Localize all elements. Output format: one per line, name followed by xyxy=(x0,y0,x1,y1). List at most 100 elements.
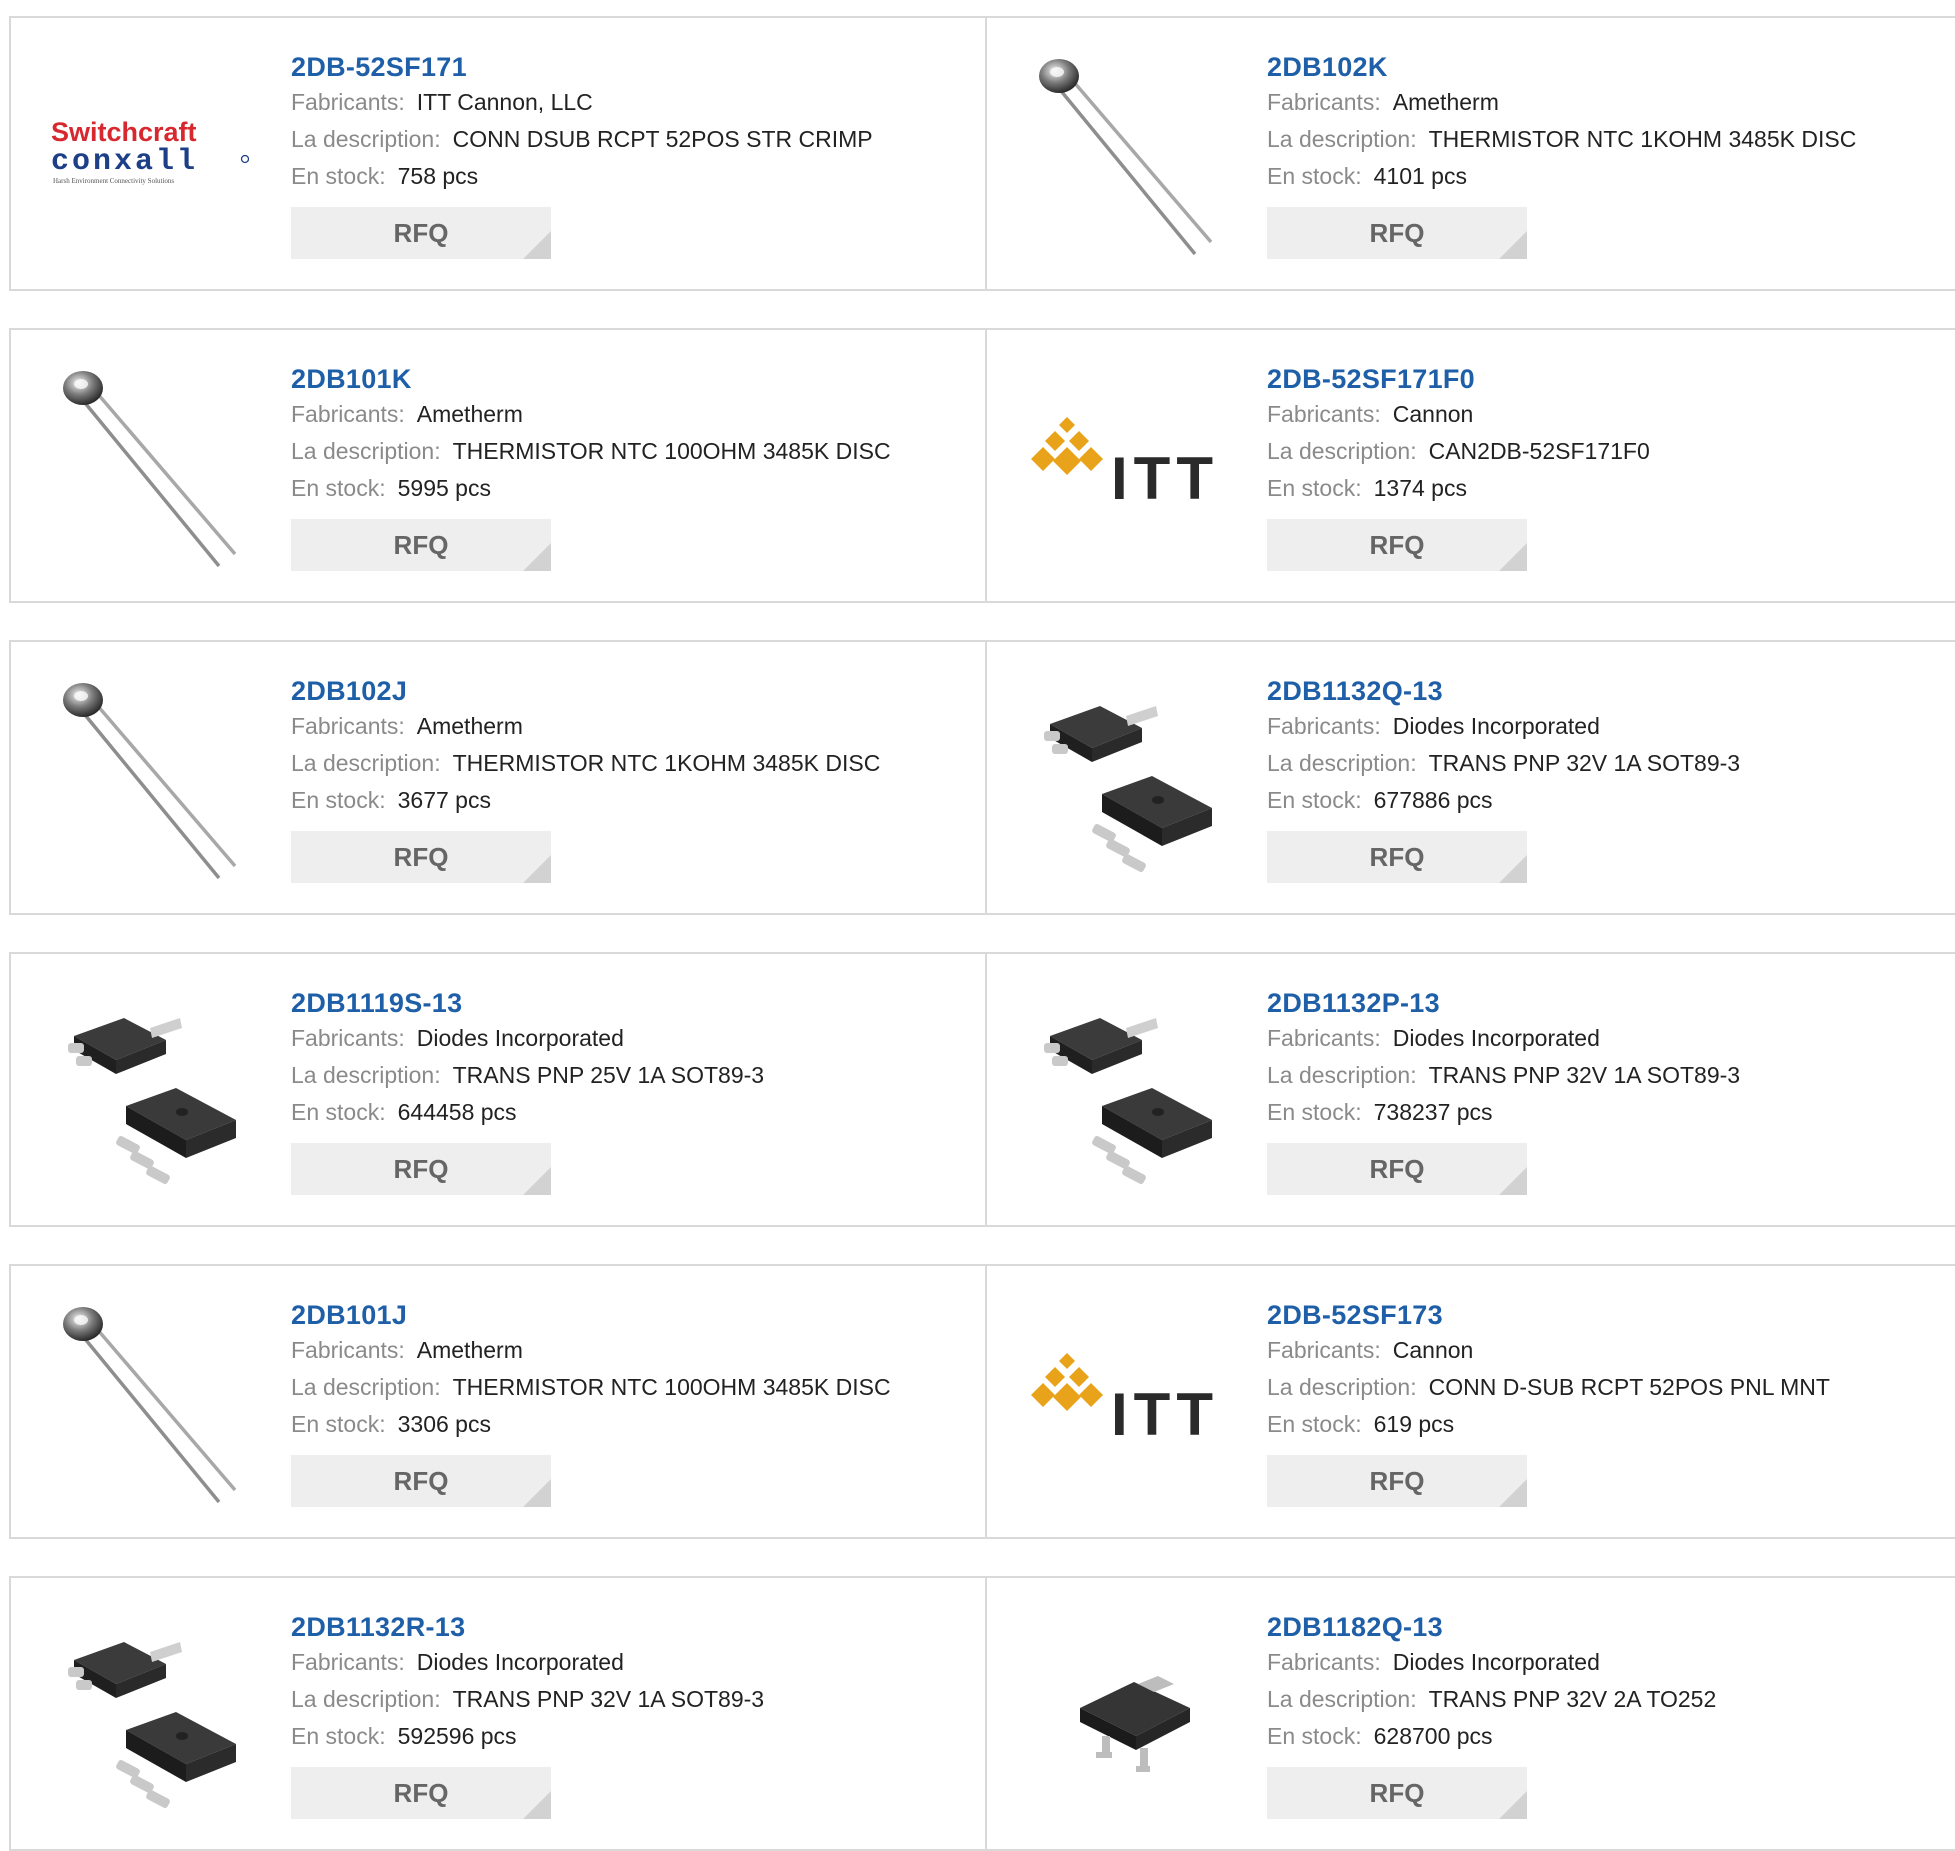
manufacturer-label: Fabricants: xyxy=(1267,89,1381,115)
product-image[interactable] xyxy=(1025,52,1225,258)
part-number-link[interactable]: 2DB101J xyxy=(291,1298,965,1332)
stock-row: En stock: 738237 pcs xyxy=(1267,1094,1935,1131)
manufacturer-label: Fabricants: xyxy=(291,1649,405,1675)
description-label: La description: xyxy=(291,438,441,464)
thermistor-icon xyxy=(63,1307,237,1504)
description-label: La description: xyxy=(291,1686,441,1712)
product-image[interactable] xyxy=(1025,676,1225,882)
product-card: 2DB101J Fabricants: Ametherm La descripti… xyxy=(9,1264,987,1539)
product-image[interactable] xyxy=(49,1300,249,1506)
stock-row: En stock: 677886 pcs xyxy=(1267,782,1935,819)
product-image[interactable]: ITT xyxy=(1025,1300,1225,1506)
description-value: CONN D-SUB RCPT 52POS PNL MNT xyxy=(1428,1374,1830,1400)
description-label: La description: xyxy=(1267,750,1417,776)
svg-text:Harsh Environment Connectivity: Harsh Environment Connectivity Solutions xyxy=(53,177,174,185)
stock-row: En stock: 3677 pcs xyxy=(291,782,965,819)
sot89-transistor-icon xyxy=(1044,1018,1212,1184)
rfq-label: RFQ xyxy=(1369,217,1425,248)
part-number-link[interactable]: 2DB102K xyxy=(1267,50,1935,84)
stock-row: En stock: 4101 pcs xyxy=(1267,158,1935,195)
description-row: La description: CONN D-SUB RCPT 52POS PNL… xyxy=(1267,1369,1935,1406)
description-label: La description: xyxy=(1267,126,1417,152)
manufacturer-label: Fabricants: xyxy=(291,713,405,739)
rfq-button[interactable]: RFQ xyxy=(291,519,551,571)
part-number-link[interactable]: 2DB102J xyxy=(291,674,965,708)
part-number-link[interactable]: 2DB-52SF171 xyxy=(291,50,965,84)
rfq-button[interactable]: RFQ xyxy=(291,1143,551,1195)
thermistor-icon xyxy=(1039,59,1213,256)
description-row: La description: CONN DSUB RCPT 52POS STR … xyxy=(291,121,965,158)
product-image[interactable] xyxy=(49,364,249,570)
stock-row: En stock: 644458 pcs xyxy=(291,1094,965,1131)
stock-row: En stock: 3306 pcs xyxy=(291,1406,965,1443)
part-number-link[interactable]: 2DB-52SF171F0 xyxy=(1267,362,1935,396)
rfq-button[interactable]: RFQ xyxy=(1267,1767,1527,1819)
product-card: ITT 2DB-52SF173 Fabricants: Cannon La des… xyxy=(987,1264,1955,1539)
product-card: 2DB101K Fabricants: Ametherm La descripti… xyxy=(9,328,987,603)
rfq-button[interactable]: RFQ xyxy=(1267,1455,1527,1507)
rfq-button[interactable]: RFQ xyxy=(291,207,551,259)
product-card: Switchcraft conxall Harsh Environment Conn… xyxy=(9,16,987,291)
product-info: 2DB-52SF171F0 Fabricants: Cannon La descr… xyxy=(1267,362,1935,571)
rfq-button[interactable]: RFQ xyxy=(1267,831,1527,883)
manufacturer-row: Fabricants: Cannon xyxy=(1267,396,1935,433)
description-label: La description: xyxy=(291,750,441,776)
part-number-link[interactable]: 2DB101K xyxy=(291,362,965,396)
product-info: 2DB101K Fabricants: Ametherm La descripti… xyxy=(291,362,965,571)
product-image[interactable]: ITT xyxy=(1025,364,1225,570)
product-image[interactable] xyxy=(1025,988,1225,1194)
manufacturer-value: Ametherm xyxy=(416,713,523,739)
description-row: La description: TRANS PNP 32V 2A TO252 xyxy=(1267,1681,1935,1718)
part-number-link[interactable]: 2DB1132P-13 xyxy=(1267,986,1935,1020)
product-image[interactable] xyxy=(49,1612,249,1818)
product-info: 2DB1182Q-13 Fabricants: Diodes Incorporat… xyxy=(1267,1610,1935,1819)
manufacturer-label: Fabricants: xyxy=(1267,1337,1381,1363)
manufacturer-row: Fabricants: ITT Cannon, LLC xyxy=(291,84,965,121)
thermistor-icon xyxy=(63,371,237,568)
part-number-link[interactable]: 2DB1119S-13 xyxy=(291,986,965,1020)
description-row: La description: TRANS PNP 32V 1A SOT89-3 xyxy=(1267,745,1935,782)
description-row: La description: THERMISTOR NTC 100OHM 348… xyxy=(291,1369,965,1406)
product-info: 2DB1132P-13 Fabricants: Diodes Incorporat… xyxy=(1267,986,1935,1195)
description-value: THERMISTOR NTC 100OHM 3485K DISC xyxy=(452,438,891,464)
description-row: La description: THERMISTOR NTC 100OHM 348… xyxy=(291,433,965,470)
part-number-link[interactable]: 2DB-52SF173 xyxy=(1267,1298,1935,1332)
rfq-button[interactable]: RFQ xyxy=(1267,1143,1527,1195)
rfq-button[interactable]: RFQ xyxy=(1267,519,1527,571)
manufacturer-row: Fabricants: Diodes Incorporated xyxy=(1267,1644,1935,1681)
part-number-link[interactable]: 2DB1182Q-13 xyxy=(1267,1610,1935,1644)
switchcraft-logo-icon: SwitchcraftconxallHarsh Environment Conn… xyxy=(51,117,249,185)
part-number-link[interactable]: 2DB1132Q-13 xyxy=(1267,674,1935,708)
manufacturer-value: Ametherm xyxy=(416,1337,523,1363)
product-image[interactable] xyxy=(49,988,249,1194)
product-image[interactable] xyxy=(1025,1612,1225,1818)
stock-value: 619 pcs xyxy=(1373,1411,1455,1437)
rfq-button[interactable]: RFQ xyxy=(291,1455,551,1507)
description-value: CONN DSUB RCPT 52POS STR CRIMP xyxy=(452,126,873,152)
rfq-corner-decoration xyxy=(1499,1167,1527,1195)
stock-value: 592596 pcs xyxy=(397,1723,517,1749)
product-card: 2DB1132R-13 Fabricants: Diodes Incorporat… xyxy=(9,1576,987,1851)
stock-label: En stock: xyxy=(291,475,386,501)
rfq-button[interactable]: RFQ xyxy=(291,831,551,883)
manufacturer-value: Ametherm xyxy=(1392,89,1499,115)
rfq-corner-decoration xyxy=(1499,543,1527,571)
stock-label: En stock: xyxy=(1267,1411,1362,1437)
rfq-label: RFQ xyxy=(1369,1153,1425,1184)
part-number-link[interactable]: 2DB1132R-13 xyxy=(291,1610,965,1644)
rfq-button[interactable]: RFQ xyxy=(1267,207,1527,259)
product-image[interactable]: Switchcraft conxall Harsh Environment Conn… xyxy=(49,52,249,258)
manufacturer-row: Fabricants: Diodes Incorporated xyxy=(1267,708,1935,745)
manufacturer-value: Diodes Incorporated xyxy=(416,1025,624,1051)
stock-row: En stock: 758 pcs xyxy=(291,158,965,195)
stock-label: En stock: xyxy=(1267,1723,1362,1749)
stock-row: En stock: 619 pcs xyxy=(1267,1406,1935,1443)
product-card: 2DB1182Q-13 Fabricants: Diodes Incorporat… xyxy=(987,1576,1955,1851)
manufacturer-row: Fabricants: Diodes Incorporated xyxy=(291,1644,965,1681)
rfq-label: RFQ xyxy=(393,841,449,872)
rfq-button[interactable]: RFQ xyxy=(291,1767,551,1819)
rfq-label: RFQ xyxy=(393,529,449,560)
manufacturer-label: Fabricants: xyxy=(291,401,405,427)
stock-value: 628700 pcs xyxy=(1373,1723,1493,1749)
product-image[interactable] xyxy=(49,676,249,882)
